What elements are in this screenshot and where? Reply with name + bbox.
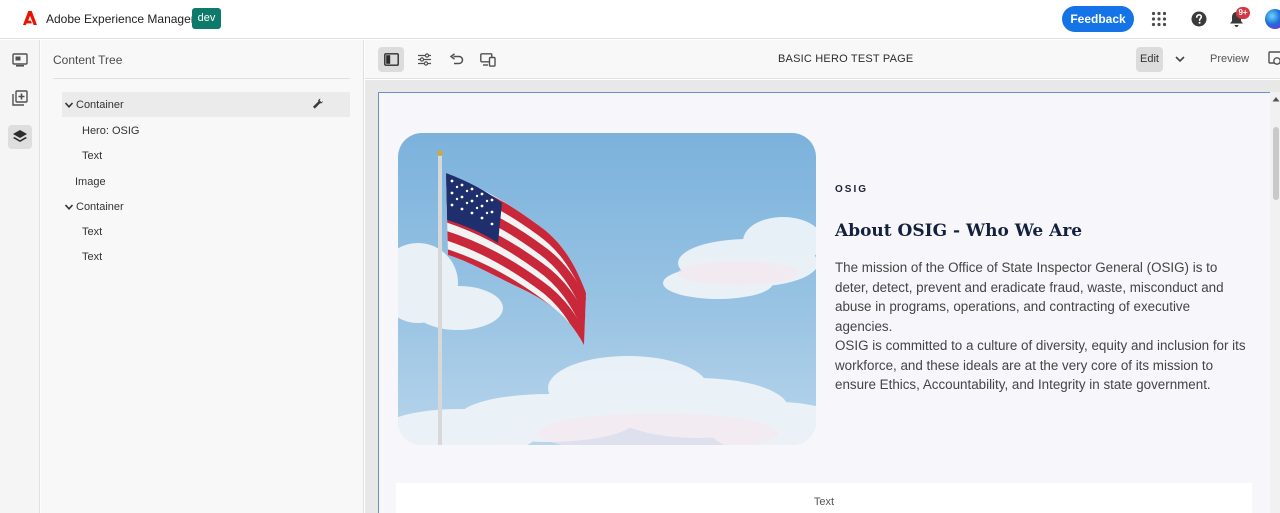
tree-item-image[interactable]: Image <box>75 169 363 194</box>
tree-item-text[interactable]: Text <box>82 143 370 168</box>
flag-photo <box>398 133 816 445</box>
page-properties-icon <box>12 53 28 67</box>
undo-icon <box>449 53 463 65</box>
tree-item-text[interactable]: Text <box>82 244 370 269</box>
feedback-button[interactable]: Feedback <box>1062 6 1134 32</box>
tree-item-label: Text <box>82 225 103 238</box>
tree-item-container[interactable]: Container <box>62 194 350 219</box>
scroll-up-arrow-icon[interactable] <box>1272 96 1280 102</box>
chevron-down-icon[interactable] <box>1173 52 1187 66</box>
tree-item-container[interactable]: Container <box>62 92 350 117</box>
tree-item-label: Text <box>82 250 103 263</box>
add-component-button[interactable] <box>8 86 32 110</box>
apps-grid-icon[interactable] <box>1151 11 1167 27</box>
tree-item-label: Hero: OSIG <box>82 124 140 137</box>
sliders-icon <box>417 53 431 66</box>
left-rail <box>0 40 40 513</box>
scrollbar-thumb[interactable] <box>1273 127 1279 200</box>
environment-badge: dev <box>192 8 221 29</box>
editor-canvas: OSIG About OSIG - Who We Are The mission… <box>365 80 1280 513</box>
help-icon[interactable] <box>1191 11 1207 27</box>
hero-image[interactable] <box>398 133 816 445</box>
annotations-icon[interactable] <box>1268 51 1280 67</box>
tree-item-label: Container <box>76 98 124 111</box>
properties-button[interactable] <box>411 47 437 72</box>
tree-item-label: Image <box>75 175 106 188</box>
adobe-logo-icon[interactable] <box>22 10 38 26</box>
layers-icon <box>13 130 27 142</box>
content-tree-button[interactable] <box>8 125 32 149</box>
notification-count-badge: 9+ <box>1236 7 1250 19</box>
avatar[interactable] <box>1265 9 1280 29</box>
hero-paragraph: OSIG is committed to a culture of divers… <box>835 338 1246 392</box>
tree-item-label: Container <box>76 200 124 213</box>
device-preview-icon <box>480 52 496 67</box>
text-component-placeholder[interactable]: Text <box>396 483 1252 513</box>
toggle-side-panel-button[interactable] <box>378 47 404 72</box>
divider <box>53 78 350 79</box>
add-component-icon <box>12 90 28 106</box>
editor-toolbar: BASIC HERO TEST PAGE Edit Preview <box>365 40 1280 79</box>
page-content[interactable]: OSIG About OSIG - Who We Are The mission… <box>378 92 1273 513</box>
page-properties-button[interactable] <box>8 48 32 72</box>
hero-body: The mission of the Office of State Inspe… <box>835 258 1247 395</box>
tree-item-label: Text <box>82 149 103 162</box>
chevron-down-icon[interactable] <box>62 98 76 112</box>
edit-mode-button[interactable]: Edit <box>1136 47 1163 72</box>
text-component-label: Text <box>813 496 835 508</box>
content-tree-heading: Content Tree <box>53 53 123 67</box>
side-panel-icon <box>383 53 399 66</box>
content-tree-panel: Content Tree Container Hero: OSIG Text I… <box>41 40 364 513</box>
chevron-down-icon[interactable] <box>62 200 76 214</box>
emulator-button[interactable] <box>475 47 501 72</box>
hero-paragraph: The mission of the Office of State Inspe… <box>835 260 1224 334</box>
tree-item-text[interactable]: Text <box>82 219 370 244</box>
wrench-icon[interactable] <box>312 98 324 110</box>
undo-button[interactable] <box>443 47 469 72</box>
app-title[interactable]: Adobe Experience Manager <box>46 12 195 26</box>
tree-item-hero[interactable]: Hero: OSIG <box>82 118 370 143</box>
top-header: Adobe Experience Manager dev Feedback 9+ <box>0 0 1280 39</box>
page-title: BASIC HERO TEST PAGE <box>778 53 914 65</box>
preview-button[interactable]: Preview <box>1210 53 1249 65</box>
hero-title: About OSIG - Who We Are <box>835 221 1083 241</box>
hero-eyebrow: OSIG <box>835 184 869 195</box>
